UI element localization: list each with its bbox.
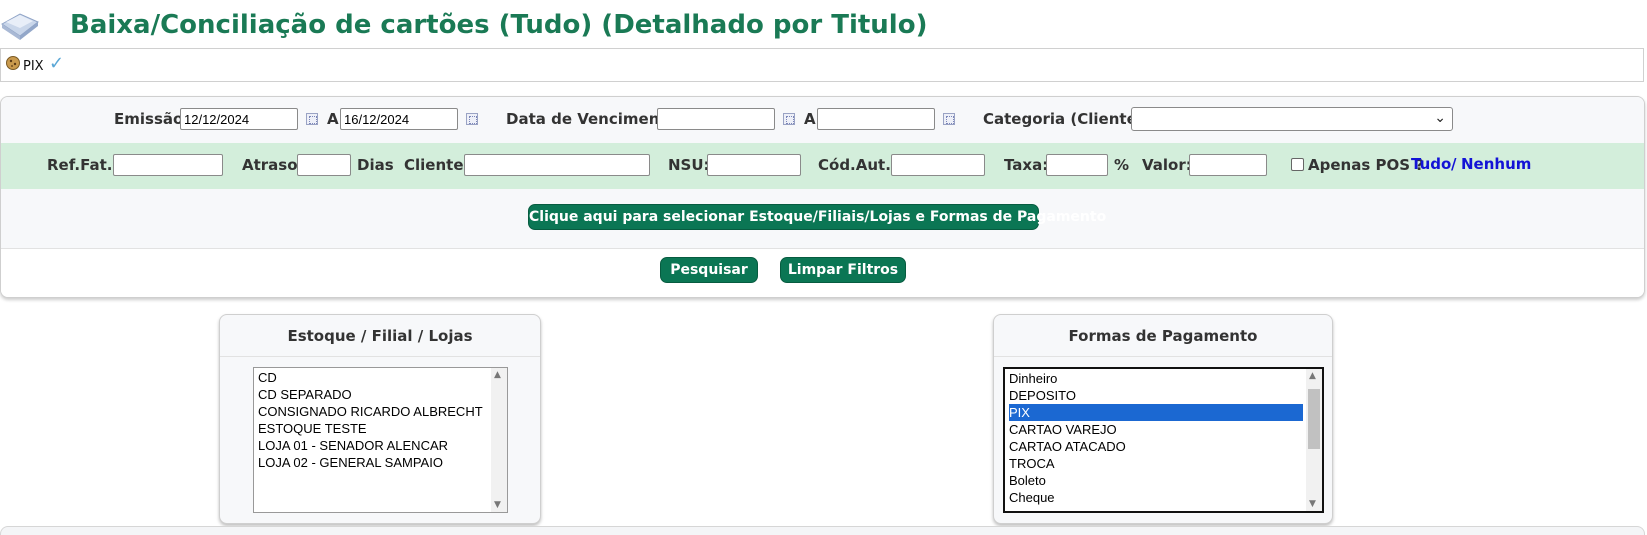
a-label: A xyxy=(804,110,816,128)
list-item[interactable]: ESTOQUE TESTE xyxy=(258,420,367,437)
taxa-input[interactable] xyxy=(1046,154,1108,176)
calendar-icon[interactable] xyxy=(943,113,955,125)
chevron-down-icon: ⌄ xyxy=(1434,110,1446,126)
folder-icon xyxy=(1,13,39,40)
taxa-label: Taxa: xyxy=(1004,156,1049,174)
nsu-label: NSU: xyxy=(668,156,710,174)
emissao-label: Emissão: xyxy=(114,110,190,128)
list-item[interactable]: DEPOSITO xyxy=(1009,387,1303,404)
list-item[interactable]: CONSIGNADO RICARDO ALBRECHT xyxy=(258,403,483,420)
title-row: Baixa/Conciliação de cartões (Tudo) (Det… xyxy=(0,0,1647,48)
codaut-label: Cód.Aut.: xyxy=(818,156,897,174)
formas-listbox[interactable]: Dinheiro DEPOSITO PIX CARTAO VAREJO CART… xyxy=(1003,367,1324,513)
calendar-icon[interactable] xyxy=(306,113,318,125)
check-icon: ✓ xyxy=(49,53,65,74)
valor-input[interactable] xyxy=(1189,154,1267,176)
scroll-thumb[interactable] xyxy=(1308,389,1320,449)
calendar-icon[interactable] xyxy=(466,113,478,125)
list-item[interactable]: CARTAO ATACADO xyxy=(1009,438,1303,455)
tab-bar: PIX ✓ xyxy=(0,48,1644,82)
filter-row-dates: Emissão: A Data de Vencimento: A Categor… xyxy=(1,97,1644,143)
list-item[interactable]: Boleto xyxy=(1009,472,1303,489)
apenas-pos-checkbox[interactable] xyxy=(1291,158,1304,171)
vencimento-from-input[interactable] xyxy=(657,108,775,130)
list-item[interactable]: CD xyxy=(258,369,277,386)
link-separator: / xyxy=(1451,155,1457,173)
scroll-down-icon[interactable]: ▼ xyxy=(1309,499,1316,509)
page-title: Baixa/Conciliação de cartões (Tudo) (Det… xyxy=(70,10,928,40)
nenhum-link[interactable]: Nenhum xyxy=(1461,155,1531,173)
list-item[interactable]: PIX xyxy=(1009,404,1303,421)
estoque-title: Estoque / Filial / Lojas xyxy=(220,315,540,357)
categoria-select[interactable]: ⌄ xyxy=(1131,107,1453,131)
vencimento-to-input[interactable] xyxy=(817,108,935,130)
list-item[interactable]: Dinheiro xyxy=(1009,370,1303,387)
emissao-from-input[interactable] xyxy=(180,108,298,130)
filter-row-details: Ref.Fat.: Atraso: Dias Cliente: NSU: Cód… xyxy=(1,143,1644,189)
formas-title: Formas de Pagamento xyxy=(994,315,1332,357)
cookie-icon xyxy=(6,56,20,70)
nsu-input[interactable] xyxy=(707,154,801,176)
formas-scrollbar[interactable]: ▲ ▼ xyxy=(1306,369,1322,511)
tudo-link[interactable]: Tudo xyxy=(1411,155,1451,173)
cliente-input[interactable] xyxy=(464,154,650,176)
formas-panel: Formas de Pagamento Dinheiro DEPOSITO PI… xyxy=(993,314,1333,524)
estoque-panel: Estoque / Filial / Lojas CD CD SEPARADO … xyxy=(219,314,541,524)
list-item[interactable]: CD SEPARADO xyxy=(258,386,352,403)
atraso-input[interactable] xyxy=(297,154,351,176)
list-item[interactable]: CARTAO VAREJO xyxy=(1009,421,1303,438)
scroll-up-icon[interactable]: ▲ xyxy=(1309,371,1316,381)
scroll-up-icon[interactable]: ▲ xyxy=(494,370,501,380)
emissao-to-input[interactable] xyxy=(340,108,458,130)
reffat-label: Ref.Fat.: xyxy=(47,156,119,174)
estoque-scrollbar[interactable]: ▲ ▼ xyxy=(491,368,507,512)
list-item[interactable]: LOJA 01 - SENADOR ALENCAR xyxy=(258,437,448,454)
codaut-input[interactable] xyxy=(891,154,985,176)
tab-pix[interactable]: PIX xyxy=(23,59,44,74)
list-item[interactable]: TROCA xyxy=(1009,455,1303,472)
list-item[interactable]: Cheque xyxy=(1009,489,1303,506)
filters-panel: Emissão: A Data de Vencimento: A Categor… xyxy=(0,96,1645,298)
estoque-listbox[interactable]: CD CD SEPARADO CONSIGNADO RICARDO ALBREC… xyxy=(253,367,508,513)
cliente-label: Cliente: xyxy=(404,156,470,174)
a-label: A xyxy=(327,110,339,128)
valor-label: Valor: xyxy=(1142,156,1192,174)
search-button[interactable]: Pesquisar xyxy=(660,257,758,283)
scroll-down-icon[interactable]: ▼ xyxy=(494,500,501,510)
clear-filters-button[interactable]: Limpar Filtros xyxy=(780,257,906,283)
dias-label: Dias xyxy=(357,156,394,174)
atraso-label: Atraso: xyxy=(242,156,304,174)
apenas-pos-label: Apenas POS ? xyxy=(1308,156,1424,174)
filter-row-select: Clique aqui para selecionar Estoque/Fili… xyxy=(1,189,1644,249)
bottom-panel-edge xyxy=(0,526,1645,535)
list-item[interactable]: LOJA 02 - GENERAL SAMPAIO xyxy=(258,454,443,471)
reffat-input[interactable] xyxy=(113,154,223,176)
calendar-icon[interactable] xyxy=(783,113,795,125)
select-stores-payment-button[interactable]: Clique aqui para selecionar Estoque/Fili… xyxy=(528,204,1106,230)
filter-row-actions: Pesquisar Limpar Filtros xyxy=(1,249,1644,297)
percent-label: % xyxy=(1114,156,1130,174)
